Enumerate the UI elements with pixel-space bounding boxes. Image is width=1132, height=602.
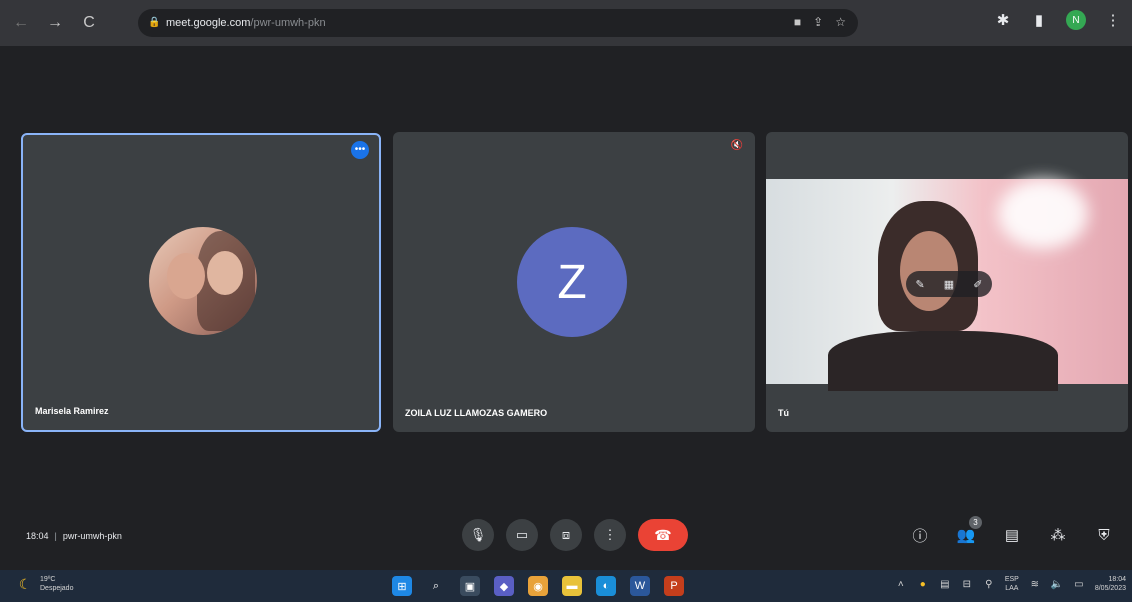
- participant-name: Tú: [778, 408, 789, 418]
- tray-drive-icon[interactable]: ⊟: [961, 577, 973, 591]
- browser-toolbar: ← → C 🔒 meet.google.com /pwr-umwh-pkn ■ …: [0, 0, 1132, 46]
- participant-tile-marisela[interactable]: ••• Marisela Ramirez: [21, 133, 381, 432]
- info-icon: ⓘ: [912, 527, 928, 545]
- self-video-feed: ✎ ▦ ✐: [766, 179, 1128, 391]
- participant-tile-zoila[interactable]: 🔇 Z ZOILA LUZ LLAMOZAS GAMERO: [393, 132, 755, 432]
- camera-button[interactable]: ▭: [506, 519, 538, 551]
- chrome-icon[interactable]: ◉: [528, 576, 548, 596]
- activities-icon: ⁂: [1050, 527, 1066, 544]
- pin-icon[interactable]: ✎: [916, 278, 925, 291]
- meeting-time: 18:04: [26, 531, 49, 541]
- participant-count-badge: 3: [969, 516, 982, 529]
- clock-date: 8/05/2023: [1094, 585, 1126, 592]
- lock-icon: 🔒: [148, 17, 161, 28]
- input-language[interactable]: ESP LAA: [1005, 575, 1019, 593]
- call-controls: 🎙 ▭ ⧈ ⋮ ☎: [462, 519, 688, 551]
- participant-letter-avatar: Z: [517, 227, 627, 337]
- file-explorer-icon[interactable]: ▬: [562, 576, 582, 596]
- more-vert-icon: ⋮: [603, 527, 617, 542]
- hang-up-icon: ☎: [654, 526, 672, 543]
- participant-tile-self[interactable]: ✎ ▦ ✐ Tú: [766, 132, 1128, 432]
- system-tray: ˄ ● ▤ ⊟ ⚲ ESP LAA ≋ 🔈 ▭ 18:04 8/05/2023: [895, 575, 1126, 593]
- teams-chat-icon[interactable]: ◆: [494, 576, 514, 596]
- chat-icon: ▤: [1004, 527, 1020, 544]
- task-view-icon[interactable]: ▣: [460, 576, 480, 596]
- camera-permission-icon[interactable]: ■: [794, 15, 801, 29]
- tile-more-options-button[interactable]: •••: [351, 141, 369, 159]
- side-panel-controls: ⓘ 👥 3 ▤ ⁂ ⛨: [910, 516, 1114, 545]
- extensions-puzzle-icon[interactable]: ✱: [994, 11, 1012, 29]
- back-arrow-icon[interactable]: ←: [8, 10, 34, 36]
- present-screen-button[interactable]: ⧈: [550, 519, 582, 551]
- wifi-icon[interactable]: ≋: [1029, 577, 1041, 591]
- profile-avatar[interactable]: N: [1066, 10, 1086, 30]
- chat-button[interactable]: ▤: [1002, 525, 1022, 545]
- camera-icon: ▭: [515, 527, 529, 542]
- tile-hover-controls: ✎ ▦ ✐: [906, 271, 992, 297]
- language-code: ESP: [1004, 576, 1019, 583]
- windows-taskbar: ☾ 19ºC Despejado ⊞ ⌕ ▣ ◆ ◉ ▬ ◐ W P ˄ ● ▤…: [0, 570, 1132, 602]
- present-icon: ⧈: [561, 527, 571, 542]
- windows-start-icon[interactable]: ⊞: [392, 576, 412, 596]
- meeting-info: 18:04 | pwr-umwh-pkn: [26, 531, 122, 541]
- participant-photo-avatar: [149, 227, 257, 335]
- system-clock[interactable]: 18:04 8/05/2023: [1095, 575, 1126, 593]
- address-bar[interactable]: 🔒 meet.google.com /pwr-umwh-pkn ■ ⇪ ☆: [138, 9, 858, 37]
- meeting-details-button[interactable]: ⓘ: [910, 525, 930, 545]
- tray-screen-icon[interactable]: ▤: [939, 577, 951, 591]
- weather-temperature: 19ºC: [40, 576, 56, 583]
- shield-icon: ⛨: [1098, 526, 1110, 544]
- chrome-menu-icon[interactable]: ⋮: [1104, 11, 1122, 29]
- people-button[interactable]: 👥 3: [956, 516, 982, 545]
- frame-icon[interactable]: ▦: [944, 278, 954, 291]
- url-path: /pwr-umwh-pkn: [250, 17, 326, 29]
- battery-icon[interactable]: ▭: [1073, 577, 1085, 591]
- url-host: meet.google.com: [166, 17, 251, 29]
- leave-call-button[interactable]: ☎: [638, 519, 688, 551]
- meeting-info-separator: |: [54, 531, 57, 541]
- powerpoint-icon[interactable]: P: [664, 576, 684, 596]
- taskbar-apps: ⊞ ⌕ ▣ ◆ ◉ ▬ ◐ W P: [392, 576, 684, 596]
- share-icon[interactable]: ⇪: [813, 15, 823, 29]
- activities-button[interactable]: ⁂: [1048, 525, 1068, 545]
- clock-time: 18:04: [1108, 576, 1126, 583]
- host-controls-button[interactable]: ⛨: [1094, 525, 1114, 545]
- weather-widget[interactable]: ☾ 19ºC Despejado: [16, 575, 74, 593]
- microphone-button[interactable]: 🎙: [462, 519, 494, 551]
- edit-icon[interactable]: ✐: [973, 278, 982, 291]
- keyboard-layout: LAA: [1005, 585, 1019, 592]
- more-options-button[interactable]: ⋮: [594, 519, 626, 551]
- participant-name: ZOILA LUZ LLAMOZAS GAMERO: [405, 408, 548, 418]
- volume-icon[interactable]: 🔈: [1051, 577, 1063, 591]
- meeting-code: pwr-umwh-pkn: [62, 531, 122, 541]
- chevron-up-icon[interactable]: ˄: [895, 577, 907, 591]
- forward-arrow-icon[interactable]: →: [42, 10, 68, 36]
- participant-name: Marisela Ramirez: [35, 406, 109, 416]
- mic-muted-icon: 🔇: [730, 140, 743, 151]
- tray-usb-icon[interactable]: ⚲: [983, 577, 995, 591]
- edge-icon[interactable]: ◐: [596, 576, 616, 596]
- reload-icon[interactable]: C: [76, 10, 102, 36]
- weather-description: Despejado: [40, 585, 74, 592]
- word-icon[interactable]: W: [630, 576, 650, 596]
- moon-icon: ☾: [18, 575, 32, 592]
- search-icon[interactable]: ⌕: [426, 576, 446, 596]
- microphone-icon: 🎙: [469, 527, 487, 542]
- tray-app-icon[interactable]: ●: [917, 577, 929, 591]
- side-panel-icon[interactable]: ▮: [1030, 11, 1048, 29]
- bookmark-star-icon[interactable]: ☆: [835, 15, 846, 29]
